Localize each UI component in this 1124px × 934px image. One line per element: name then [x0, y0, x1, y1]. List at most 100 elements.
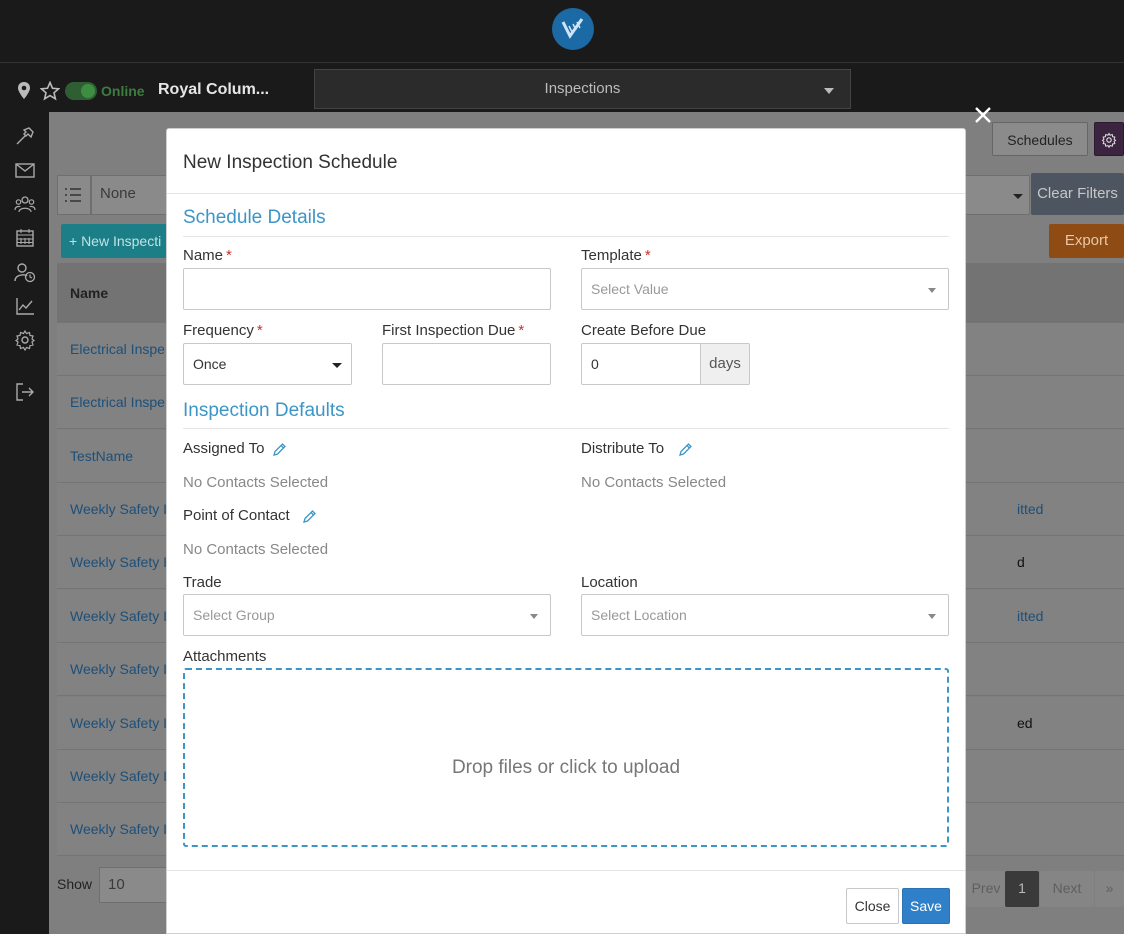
app-header: [0, 0, 1124, 63]
filter-select[interactable]: [960, 175, 1030, 215]
divider: [167, 870, 965, 871]
pagination-page-1[interactable]: 1: [1005, 871, 1039, 907]
row-name[interactable]: Weekly Safety I: [70, 821, 167, 837]
divider: [183, 236, 949, 237]
row-status: itted: [1017, 608, 1044, 624]
schedules-button[interactable]: Schedules: [992, 122, 1088, 156]
logo-icon[interactable]: [552, 8, 594, 50]
create-before-due-value: 0: [591, 356, 599, 372]
location-select[interactable]: Select Location: [581, 594, 949, 636]
create-before-due-input[interactable]: 0: [581, 343, 701, 385]
row-status: itted: [1017, 501, 1044, 517]
location-pin-icon[interactable]: [17, 82, 31, 100]
frequency-label-text: Frequency: [183, 322, 254, 339]
pagination-last[interactable]: »: [1095, 871, 1124, 907]
export-button[interactable]: Export: [1049, 224, 1124, 258]
frequency-select[interactable]: Once: [183, 343, 352, 385]
template-label-text: Template: [581, 247, 642, 264]
close-icon[interactable]: [972, 104, 994, 126]
settings-button[interactable]: [1094, 122, 1124, 156]
calendar-icon[interactable]: [14, 227, 36, 249]
attachments-dropzone[interactable]: Drop files or click to upload: [183, 668, 949, 847]
pagination-prev-label: Prev: [971, 880, 1001, 896]
user-clock-icon[interactable]: [14, 261, 36, 283]
page-size-select[interactable]: 10: [99, 867, 169, 903]
pencil-icon[interactable]: [272, 442, 287, 457]
users-icon[interactable]: [14, 193, 36, 215]
point-of-contact-label: Point of Contact: [183, 507, 290, 524]
row-status: ed: [1017, 715, 1033, 731]
pencil-icon[interactable]: [678, 442, 693, 457]
row-name[interactable]: Weekly Safety I: [70, 501, 167, 517]
row-name[interactable]: Electrical Inspe: [70, 394, 165, 410]
caret-down-icon: [928, 288, 936, 293]
star-icon[interactable]: [40, 81, 60, 101]
divider: [167, 193, 965, 194]
caret-down-icon: [332, 363, 342, 368]
row-name[interactable]: Weekly Safety I: [70, 661, 167, 677]
name-input[interactable]: [183, 268, 551, 310]
close-button[interactable]: Close: [846, 888, 899, 924]
online-toggle[interactable]: [65, 82, 97, 100]
pencil-icon[interactable]: [302, 509, 317, 524]
module-select[interactable]: Inspections: [314, 69, 851, 109]
pagination-prev[interactable]: Prev: [966, 871, 1006, 907]
assigned-to-value: No Contacts Selected: [183, 474, 329, 491]
modal-title: New Inspection Schedule: [183, 152, 398, 173]
row-name[interactable]: Electrical Inspe: [70, 341, 165, 357]
template-select[interactable]: Select Value: [581, 268, 949, 310]
project-name[interactable]: Royal Colum...: [158, 81, 269, 99]
row-name[interactable]: Weekly Safety I: [70, 768, 167, 784]
trade-select-placeholder: Select Group: [193, 607, 275, 623]
required-mark: *: [226, 247, 232, 264]
location-label: Location: [581, 574, 638, 591]
list-icon[interactable]: [57, 175, 91, 215]
save-button[interactable]: Save: [902, 888, 950, 924]
row-name[interactable]: Weekly Safety I: [70, 554, 167, 570]
sign-out-icon[interactable]: [14, 381, 36, 403]
page-size-value: 10: [108, 876, 125, 893]
trade-select[interactable]: Select Group: [183, 594, 551, 636]
gear-icon[interactable]: [14, 329, 36, 351]
export-label: Export: [1064, 232, 1109, 249]
attachments-label: Attachments: [183, 648, 267, 665]
caret-down-icon: [824, 88, 834, 94]
template-select-placeholder: Select Value: [591, 281, 669, 297]
hammer-icon[interactable]: [14, 125, 36, 147]
assigned-to-label: Assigned To: [183, 440, 265, 457]
pagination-current-label: 1: [1018, 880, 1026, 896]
clear-filters-label: Clear Filters: [1037, 185, 1118, 202]
toggle-knob: [81, 84, 95, 98]
required-mark: *: [644, 247, 651, 264]
divider: [183, 428, 949, 429]
dropzone-text: Drop files or click to upload: [451, 757, 681, 778]
chart-line-icon[interactable]: [14, 295, 36, 317]
row-name[interactable]: TestName: [70, 448, 133, 464]
frequency-select-value: Once: [193, 356, 227, 372]
distribute-to-label: Distribute To: [581, 440, 665, 457]
caret-down-icon: [1013, 194, 1023, 199]
pagination-last-label: »: [1105, 880, 1114, 896]
name-label-text: Name: [183, 247, 224, 264]
module-select-value: Inspections: [544, 80, 621, 97]
location-select-placeholder: Select Location: [591, 607, 687, 623]
required-mark: *: [256, 322, 263, 339]
group-by-value: None: [100, 185, 136, 202]
first-inspection-due-input[interactable]: [382, 343, 551, 385]
caret-down-icon: [928, 614, 936, 619]
column-name-header[interactable]: Name: [70, 285, 108, 301]
new-inspection-button[interactable]: + New Inspecti: [61, 224, 167, 258]
create-before-due-label: Create Before Due: [581, 322, 707, 339]
schedule-details-heading: Schedule Details: [183, 207, 326, 228]
pagination-next[interactable]: Next: [1040, 871, 1094, 907]
clear-filters-button[interactable]: Clear Filters: [1031, 173, 1124, 215]
distribute-to-value: No Contacts Selected: [581, 474, 727, 491]
envelope-icon[interactable]: [14, 159, 36, 181]
new-inspection-label: + New Inspecti: [69, 233, 162, 249]
pagination-next-label: Next: [1052, 880, 1082, 896]
new-inspection-schedule-modal: New Inspection Schedule Schedule Details…: [166, 128, 966, 934]
row-status: d: [1017, 554, 1025, 570]
trade-label: Trade: [183, 574, 222, 591]
row-name[interactable]: Weekly Safety I: [70, 715, 167, 731]
row-name[interactable]: Weekly Safety I: [70, 608, 167, 624]
